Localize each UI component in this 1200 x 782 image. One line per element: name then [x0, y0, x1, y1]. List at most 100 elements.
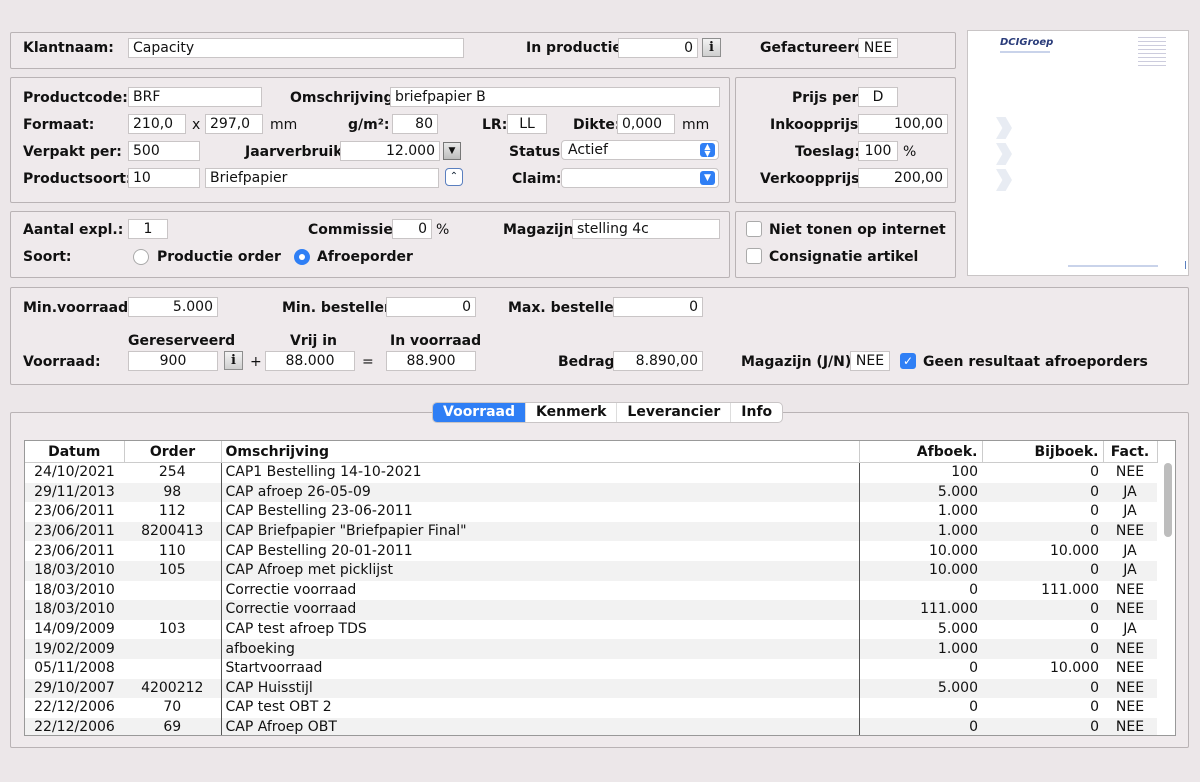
column-header[interactable]: Afboek.	[859, 441, 983, 463]
tab-kenmerk[interactable]: Kenmerk	[525, 403, 616, 422]
table-row[interactable]: 18/03/2010 Correctie voorraad 111.000 0 NEE	[25, 600, 1157, 620]
annual-label: Jaarverbruik:	[245, 144, 349, 160]
table-cell: 110	[158, 542, 186, 559]
producttype-name-field[interactable]: Briefpapier	[205, 168, 439, 188]
table-scrollbar[interactable]	[1163, 463, 1173, 733]
history-table[interactable]: Datum Order Omschrijving Afboek. Bijboek. Fac…	[24, 440, 1176, 736]
equals-sign: =	[362, 354, 374, 370]
min-stock-field[interactable]: 5.000	[128, 297, 218, 317]
table-cell: Correctie voorraad	[220, 600, 859, 620]
height-field[interactable]: 297,0	[205, 114, 263, 134]
table-cell: 23/06/2011	[34, 503, 115, 520]
table-cell: JA	[1123, 621, 1137, 638]
table-row[interactable]: 23/06/2011 8200413 CAP Briefpapier "Briefp…	[25, 521, 1157, 542]
width-field[interactable]: 210,0	[128, 114, 186, 134]
table-row[interactable]: 22/12/2006 70 CAP test OBT 2 0 0 NEE	[25, 698, 1157, 718]
status-select[interactable]: Actief ▲ ▼	[561, 140, 719, 160]
customer-field[interactable]: Capacity	[128, 38, 464, 58]
invoiced-field[interactable]: NEE	[858, 38, 898, 58]
column-header[interactable]: Order	[124, 441, 222, 463]
table-row[interactable]: 18/03/2010 105 CAP Afroep met picklijst 10.…	[25, 560, 1157, 581]
reserved-header: Gereserveerd	[128, 333, 236, 349]
lr-field[interactable]: LL	[507, 114, 547, 134]
table-cell	[124, 659, 221, 679]
table-row[interactable]: 24/10/2021 254 CAP1 Bestelling 14-10-2021 1…	[25, 462, 1157, 483]
producttype-code-field[interactable]: 10	[128, 168, 200, 188]
packed-field[interactable]: 500	[128, 141, 200, 161]
description-field[interactable]: briefpapier B	[390, 87, 720, 107]
packed-label: Verpakt per:	[23, 144, 122, 160]
table-row[interactable]: 19/02/2009 afboeking 1.000 0 NEE	[25, 639, 1157, 659]
amount-label: Bedrag:	[558, 354, 621, 370]
table-row[interactable]: 23/06/2011 112 CAP Bestelling 23-06-2011 1.…	[25, 502, 1157, 522]
consignment-checkbox[interactable]	[746, 248, 762, 264]
table-row[interactable]: 29/11/2013 98 CAP afroep 26-05-09 5.000 0 JA	[25, 482, 1157, 503]
annual-field[interactable]: 12.000	[340, 141, 440, 161]
table-cell: 70	[163, 699, 182, 716]
thickness-field[interactable]: 0,000	[617, 114, 675, 134]
reserved-info-button[interactable]: i	[224, 351, 243, 370]
table-cell: CAP Briefpapier "Briefpapier Final"	[220, 521, 859, 542]
table-cell: 0	[982, 482, 1103, 503]
reserved-field[interactable]: 900	[128, 351, 218, 371]
min-order-field[interactable]: 0	[386, 297, 476, 317]
warehouse-yn-field[interactable]: NEE	[850, 351, 890, 371]
table-row[interactable]: 23/06/2011 110 CAP Bestelling 20-01-2011 10…	[25, 541, 1157, 561]
footer-line	[1068, 265, 1158, 267]
production-field[interactable]: 0	[618, 38, 698, 58]
table-cell: CAP1 Bestelling 14-10-2021	[220, 462, 859, 483]
lr-label: LR:	[482, 117, 508, 133]
table-cell: 29/10/2007	[25, 678, 124, 699]
annual-dropdown-button[interactable]: ▼	[443, 142, 461, 160]
producttype-expand-button[interactable]: ⌃	[445, 168, 463, 186]
commission-field[interactable]: 0	[392, 219, 432, 239]
surcharge-pct: %	[903, 144, 917, 160]
instock-field[interactable]: 88.900	[386, 351, 476, 371]
gsm-field[interactable]: 80	[392, 114, 438, 134]
tab-info[interactable]: Info	[730, 403, 782, 422]
table-cell: NEE	[1103, 717, 1157, 735]
table-row[interactable]: 05/11/2008 Startvoorraad 0 10.000 NEE	[25, 658, 1157, 679]
table-cell: NEE	[1103, 639, 1157, 659]
scrollbar-thumb[interactable]	[1164, 463, 1172, 537]
free-field[interactable]: 88.000	[265, 351, 355, 371]
table-row[interactable]: 18/03/2010 Correctie voorraad 0 111.000 NEE	[25, 580, 1157, 601]
table-cell: 1.000	[858, 521, 982, 542]
table-cell: 0	[982, 639, 1103, 659]
sale-field[interactable]: 200,00	[858, 168, 948, 188]
table-cell: JA	[1103, 560, 1157, 581]
copies-field[interactable]: 1	[128, 219, 168, 239]
production-order-radio[interactable]	[133, 249, 149, 265]
productcode-field[interactable]: BRF	[128, 87, 262, 107]
claim-select[interactable]: ▼	[561, 168, 719, 188]
column-header[interactable]: Bijboek.	[982, 441, 1104, 463]
table-cell: 0	[858, 717, 982, 735]
tab-leverancier[interactable]: Leverancier	[616, 403, 730, 422]
chevron-icon	[996, 117, 1012, 139]
table-cell: NEE	[1103, 678, 1157, 699]
column-header[interactable]: Datum	[25, 441, 125, 463]
table-cell: 0	[982, 600, 1103, 620]
purchase-field[interactable]: 100,00	[858, 114, 948, 134]
surcharge-field[interactable]: 100	[858, 141, 898, 161]
chevron-icon	[996, 143, 1012, 165]
table-cell: CAP Afroep met picklijst	[220, 560, 859, 581]
kind-label: Soort:	[23, 249, 72, 265]
table-row[interactable]: 29/10/2007 4200212 CAP Huisstijl 5.000 0 NEE	[25, 678, 1157, 699]
no-result-checkbox[interactable]: ✓	[900, 353, 916, 369]
production-info-button[interactable]: i	[702, 38, 721, 57]
max-order-field[interactable]: 0	[613, 297, 703, 317]
column-header[interactable]: Omschrijving	[221, 441, 860, 463]
column-header[interactable]: Fact.	[1103, 441, 1158, 463]
price-per-field[interactable]: D	[858, 87, 898, 107]
internet-checkbox[interactable]	[746, 221, 762, 237]
description-label: Omschrijving:	[290, 90, 400, 106]
gsm-label: g/m²:	[348, 117, 390, 133]
amount-field[interactable]: 8.890,00	[613, 351, 703, 371]
warehouse-field[interactable]: stelling 4c	[572, 219, 720, 239]
call-order-radio[interactable]	[294, 249, 310, 265]
table-row[interactable]: 14/09/2009 103 CAP test afroep TDS 5.000 0 JA	[25, 619, 1157, 640]
table-cell: 18/03/2010	[25, 600, 124, 620]
table-row[interactable]: 22/12/2006 69 CAP Afroep OBT 0 0 NEE	[25, 717, 1157, 735]
tab-voorraad[interactable]: Voorraad	[433, 403, 526, 422]
